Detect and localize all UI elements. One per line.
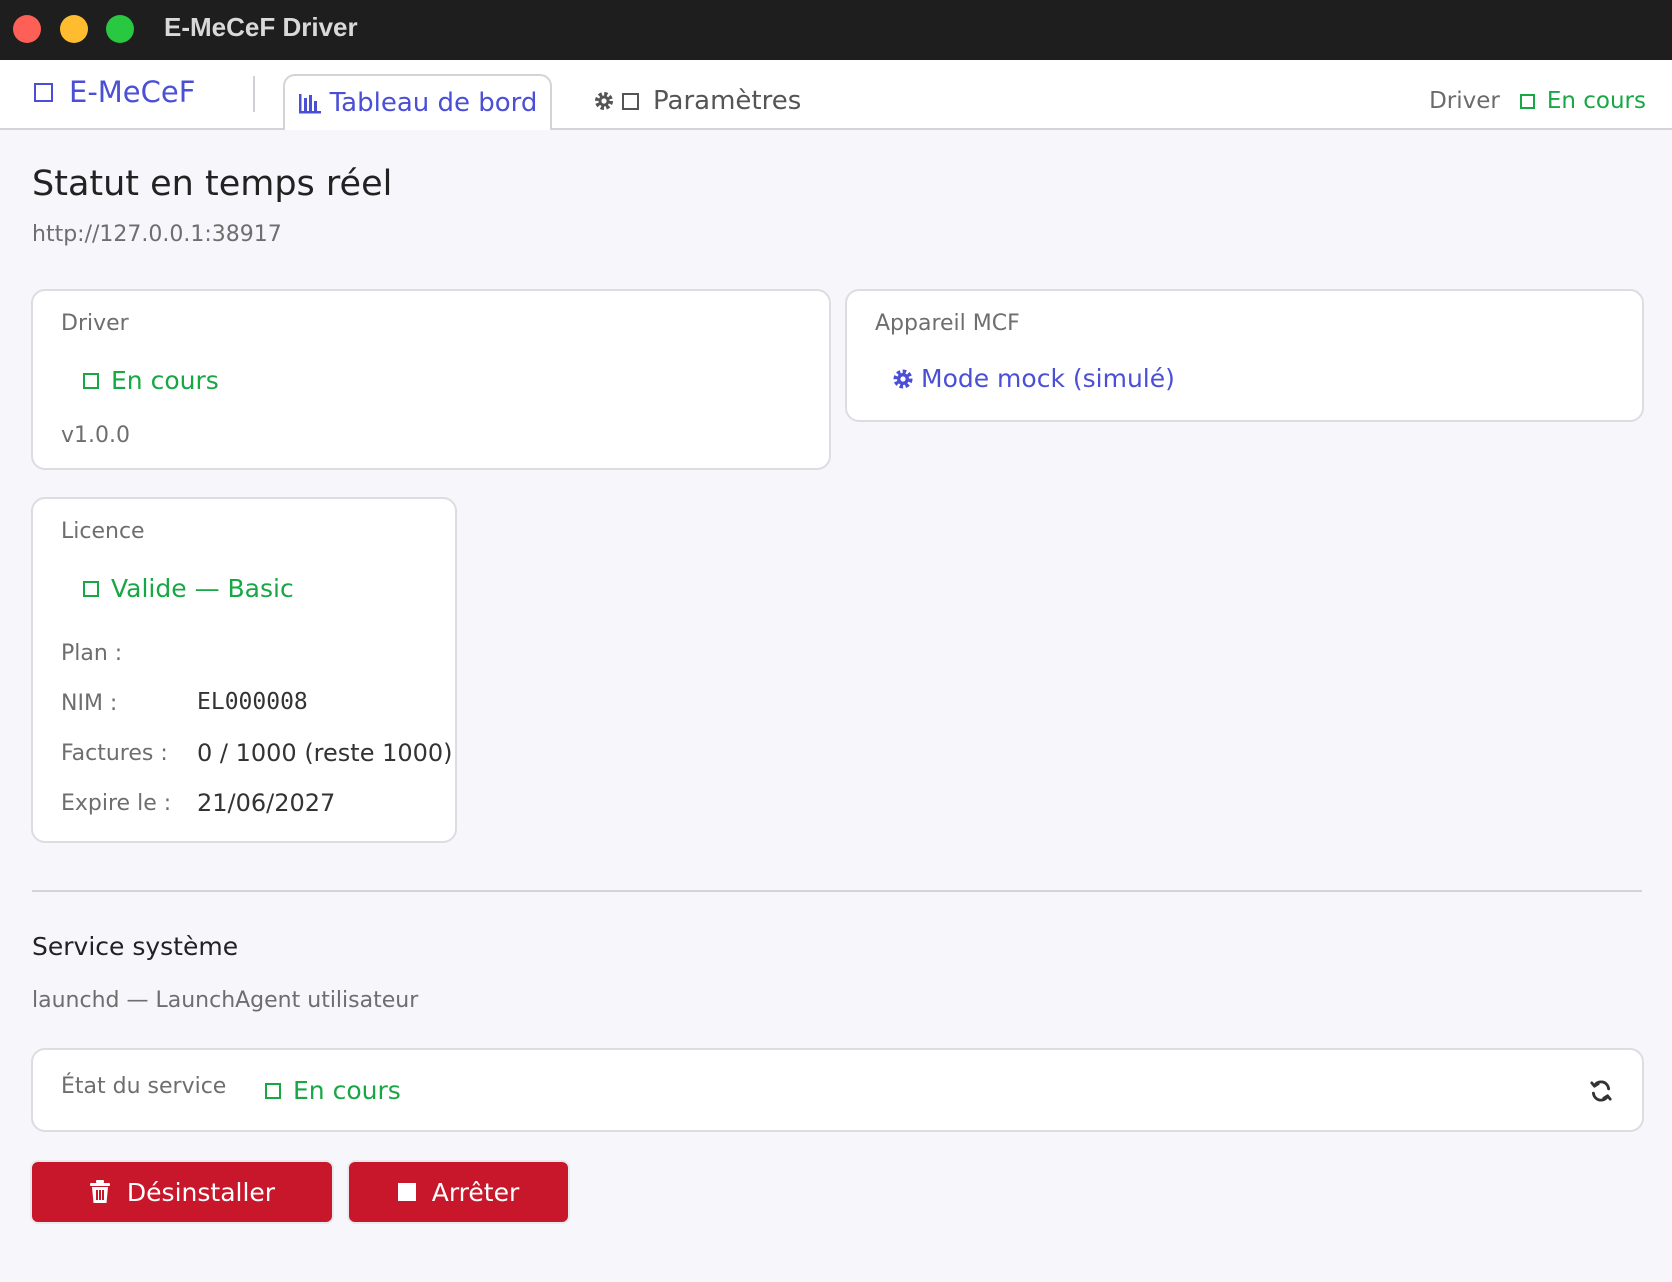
uninstall-button[interactable]: Désinstaller <box>30 1160 334 1224</box>
driver-card-label: Driver <box>61 311 129 336</box>
uninstall-button-label: Désinstaller <box>126 1177 276 1207</box>
license-card: Licence Valide — Basic Plan : NIM : EL00… <box>31 497 457 843</box>
stop-button[interactable]: Arrêter <box>347 1160 570 1224</box>
service-state-value: En cours <box>293 1076 401 1105</box>
service-section-title: Service système <box>32 932 239 961</box>
license-card-label: Licence <box>61 519 145 544</box>
license-expiry-label: Expire le : <box>61 791 172 816</box>
gear-icon <box>595 92 613 110</box>
status-check-icon <box>265 1082 281 1099</box>
stop-button-label: Arrêter <box>431 1177 520 1207</box>
license-invoices-value: 0 / 1000 (reste 1000) <box>197 739 453 767</box>
license-plan-label: Plan : <box>61 641 123 666</box>
driver-version: v1.0.0 <box>61 423 130 448</box>
driver-status-indicator: Driver En cours <box>1429 88 1646 114</box>
trash-icon <box>89 1180 110 1203</box>
gear-icon <box>893 369 913 388</box>
status-check-icon <box>1519 93 1535 109</box>
tab-settings-label: Paramètres <box>653 86 802 116</box>
server-url: http://127.0.0.1:38917 <box>32 222 282 247</box>
zoom-window-button[interactable] <box>106 15 134 43</box>
driver-status: En cours <box>83 366 219 395</box>
license-expiry-value: 21/06/2027 <box>197 789 336 817</box>
service-state: En cours <box>265 1076 401 1105</box>
stop-icon <box>397 1183 416 1201</box>
settings-placeholder-icon <box>622 92 639 110</box>
license-invoices-label: Factures : <box>61 741 168 766</box>
nav-divider <box>253 76 255 112</box>
device-card-label: Appareil MCF <box>875 311 1020 336</box>
status-check-icon <box>83 580 99 597</box>
driver-status-value: En cours <box>111 366 219 395</box>
app-logo-icon <box>34 82 53 102</box>
top-navbar: E-MeCeF Tableau de bord Paramètres Drive… <box>0 60 1672 130</box>
tab-dashboard[interactable]: Tableau de bord <box>283 74 552 130</box>
device-mode: Mode mock (simulé) <box>891 364 1175 393</box>
license-status-value: Valide — Basic <box>111 574 294 603</box>
section-divider <box>32 890 1642 892</box>
window-titlebar: E-MeCeF Driver <box>0 0 1672 60</box>
license-nim-value: EL000008 <box>197 689 308 715</box>
device-card: Appareil MCF Mode mock (simulé) <box>845 289 1644 422</box>
close-window-button[interactable] <box>13 15 41 43</box>
status-check-icon <box>83 372 99 389</box>
nav-status-label: Driver <box>1429 88 1500 114</box>
service-state-card: État du service En cours <box>31 1048 1644 1132</box>
license-status: Valide — Basic <box>83 574 294 603</box>
brand-name: E-MeCeF <box>69 75 196 109</box>
bar-chart-icon <box>298 94 321 114</box>
tab-dashboard-label: Tableau de bord <box>329 88 538 118</box>
license-nim-label: NIM : <box>61 691 118 716</box>
device-mode-value: Mode mock (simulé) <box>921 364 1175 393</box>
tab-settings[interactable]: Paramètres <box>592 86 801 116</box>
brand[interactable]: E-MeCeF <box>34 75 195 109</box>
nav-status-value: En cours <box>1546 88 1646 114</box>
driver-card: Driver En cours v1.0.0 <box>31 289 831 470</box>
service-section-subtitle: launchd — LaunchAgent utilisateur <box>32 988 419 1013</box>
refresh-icon[interactable] <box>1588 1078 1614 1104</box>
page-title: Statut en temps réel <box>32 164 393 204</box>
service-state-label: État du service <box>61 1074 227 1099</box>
minimize-window-button[interactable] <box>60 15 88 43</box>
window-title: E-MeCeF Driver <box>164 12 358 42</box>
